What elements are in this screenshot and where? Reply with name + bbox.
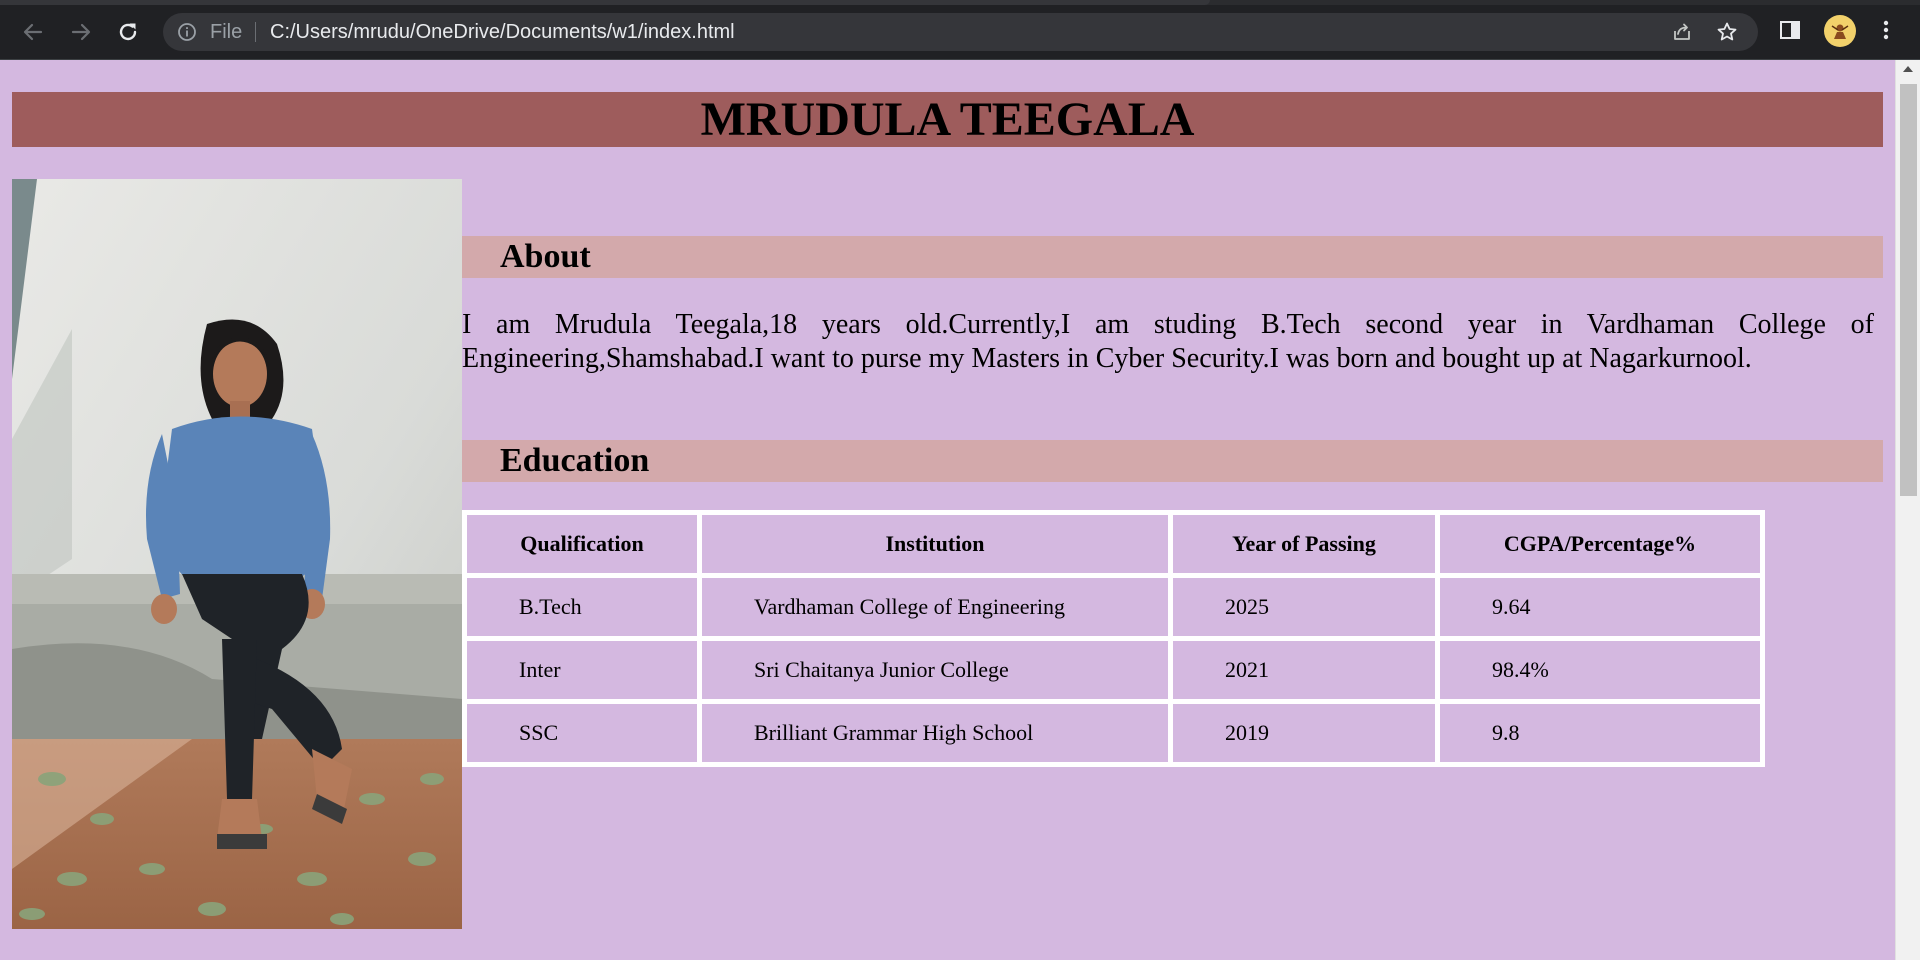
about-text: I am Mrudula Teegala,18 years old.Curren… <box>462 309 1874 374</box>
education-heading: Education <box>500 442 650 479</box>
forward-button[interactable] <box>63 14 99 50</box>
kebab-menu-icon <box>1883 20 1889 40</box>
browser-toolbar: File C:/Users/mrudu/OneDrive/Documents/w… <box>0 0 1920 60</box>
qualification-cell: B.Tech <box>467 578 697 636</box>
about-section-header: About <box>462 236 1883 278</box>
year-cell: 2025 <box>1173 578 1435 636</box>
active-tab[interactable] <box>0 0 1210 5</box>
tab-strip <box>0 0 1920 5</box>
table-row: Inter Sri Chaitanya Junior College 2021 … <box>467 641 1760 699</box>
info-icon[interactable] <box>177 22 197 42</box>
column-header-cgpa: CGPA/Percentage% <box>1440 515 1760 573</box>
profile-photo <box>12 179 462 929</box>
institution-cell: Sri Chaitanya Junior College <box>702 641 1168 699</box>
score-cell: 9.64 <box>1440 578 1760 636</box>
vertical-scrollbar[interactable] <box>1895 60 1920 960</box>
name-header: MRUDULA TEEGALA <box>12 92 1883 147</box>
education-table: Qualification Institution Year of Passin… <box>462 510 1765 767</box>
share-icon[interactable] <box>1670 20 1694 44</box>
qualification-cell: Inter <box>467 641 697 699</box>
year-cell: 2019 <box>1173 704 1435 762</box>
portrait-image <box>12 179 462 929</box>
table-row: SSC Brilliant Grammar High School 2019 9… <box>467 704 1760 762</box>
scrollbar-thumb[interactable] <box>1900 84 1917 496</box>
about-heading: About <box>500 238 591 275</box>
institution-cell: Brilliant Grammar High School <box>702 704 1168 762</box>
column-header-qualification: Qualification <box>467 515 697 573</box>
reload-button[interactable] <box>110 14 146 50</box>
column-header-institution: Institution <box>702 515 1168 573</box>
table-header-row: Qualification Institution Year of Passin… <box>467 515 1760 573</box>
address-bar[interactable]: File C:/Users/mrudu/OneDrive/Documents/w… <box>163 13 1758 51</box>
year-cell: 2021 <box>1173 641 1435 699</box>
institution-cell: Vardhaman College of Engineering <box>702 578 1168 636</box>
score-cell: 98.4% <box>1440 641 1760 699</box>
profile-icon <box>1831 24 1849 39</box>
arrow-right-icon <box>71 23 91 41</box>
browser-menu-button[interactable] <box>1872 16 1900 44</box>
table-row: B.Tech Vardhaman College of Engineering … <box>467 578 1760 636</box>
side-panel-icon <box>1780 21 1800 39</box>
side-panel-button[interactable] <box>1776 16 1804 44</box>
reload-icon <box>119 23 137 41</box>
avatar[interactable] <box>1824 15 1856 47</box>
address-separator <box>255 22 256 42</box>
qualification-cell: SSC <box>467 704 697 762</box>
score-cell: 9.8 <box>1440 704 1760 762</box>
arrow-left-icon <box>23 23 43 41</box>
page-title: MRUDULA TEEGALA <box>700 93 1195 146</box>
protocol-label: File <box>210 21 243 43</box>
star-icon[interactable] <box>1715 20 1739 44</box>
url-text[interactable]: C:/Users/mrudu/OneDrive/Documents/w1/ind… <box>270 21 735 43</box>
column-header-year: Year of Passing <box>1173 515 1435 573</box>
back-button[interactable] <box>15 14 51 50</box>
page-viewport: MRUDULA TEEGALA About I am Mrudula Teega… <box>0 60 1895 960</box>
education-section-header: Education <box>462 440 1883 482</box>
scroll-up-arrow-icon[interactable] <box>1903 66 1913 72</box>
